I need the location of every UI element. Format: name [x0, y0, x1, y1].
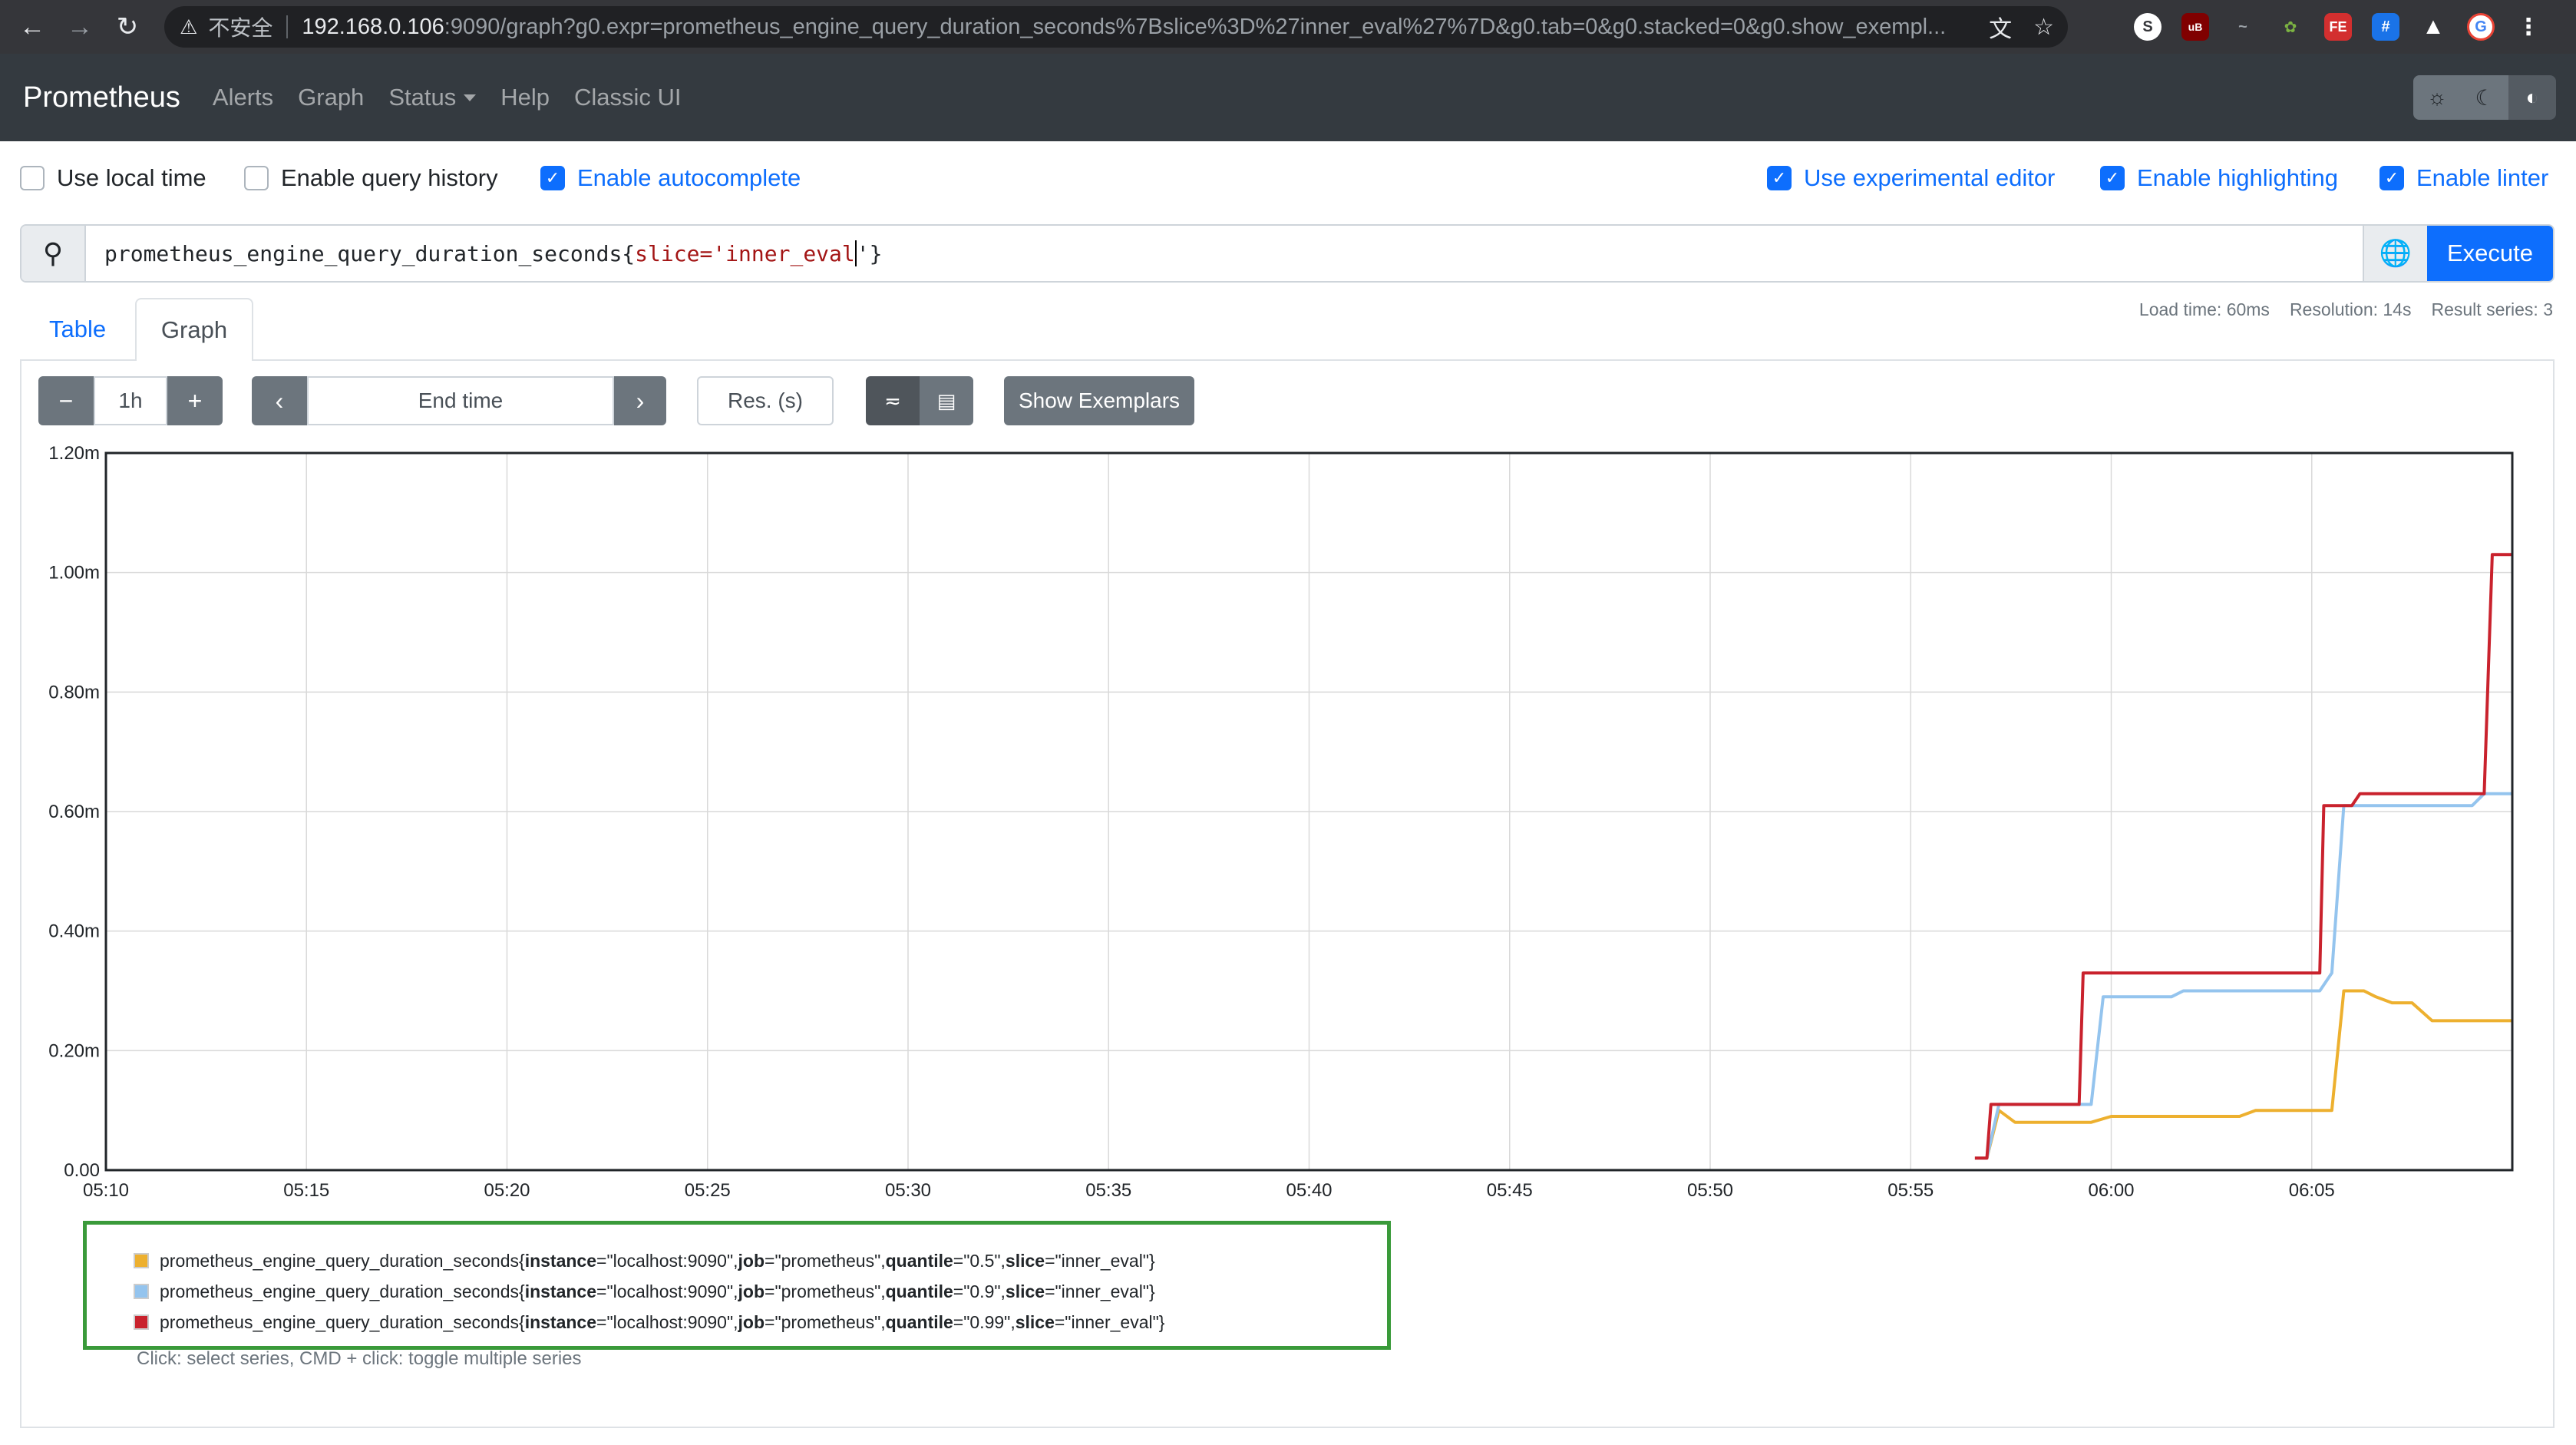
- legend-label-key: job: [738, 1311, 765, 1332]
- legend-label-value: ="0.9",: [953, 1281, 1006, 1301]
- series-line-1[interactable]: [1974, 989, 2512, 1160]
- legend-label-key: instance: [524, 1311, 597, 1332]
- x-tick-label: 05:10: [83, 1180, 129, 1201]
- legend-swatch: [134, 1314, 149, 1330]
- legend-label-key: instance: [524, 1281, 597, 1301]
- legend-label-value: ="prometheus",: [765, 1311, 886, 1332]
- series-line-3[interactable]: [1974, 553, 2512, 1160]
- x-tick-label: 05:40: [1286, 1180, 1332, 1201]
- x-tick-label: 05:25: [685, 1180, 731, 1201]
- legend-label-value: ="localhost:9090",: [596, 1250, 738, 1271]
- legend-label-key: quantile: [885, 1250, 953, 1271]
- y-tick-label: 0.20m: [48, 1040, 100, 1061]
- legend-item[interactable]: prometheus_engine_query_duration_seconds…: [134, 1279, 1155, 1304]
- y-tick-label: 1.00m: [48, 563, 100, 584]
- legend-label-value: ="0.99",: [953, 1311, 1016, 1332]
- legend-label-value: prometheus_engine_query_duration_seconds…: [160, 1250, 525, 1271]
- x-tick-label: 05:35: [1085, 1180, 1131, 1201]
- y-tick-label: 0.80m: [48, 682, 100, 703]
- legend-label-key: slice: [1005, 1281, 1045, 1301]
- y-tick-label: 0.60m: [48, 802, 100, 822]
- y-tick-label: 0.40m: [48, 921, 100, 942]
- legend-label-key: job: [738, 1250, 765, 1271]
- legend-label-value: ="inner_eval"}: [1045, 1281, 1155, 1301]
- legend-item[interactable]: prometheus_engine_query_duration_seconds…: [134, 1248, 1155, 1273]
- legend-label-value: prometheus_engine_query_duration_seconds…: [160, 1311, 525, 1332]
- legend-label-value: ="0.5",: [953, 1250, 1006, 1271]
- x-tick-label: 06:05: [2289, 1180, 2335, 1201]
- x-tick-label: 05:50: [1687, 1180, 1733, 1201]
- y-tick-label: 0.00: [64, 1160, 100, 1181]
- x-tick-label: 06:00: [2088, 1180, 2134, 1201]
- x-tick-label: 05:30: [885, 1180, 931, 1201]
- y-tick-label: 1.20m: [48, 443, 100, 464]
- legend-label-value: ="localhost:9090",: [596, 1281, 738, 1301]
- legend-label-key: quantile: [885, 1311, 953, 1332]
- x-tick-label: 05:55: [1887, 1180, 1934, 1201]
- legend-label-value: prometheus_engine_query_duration_seconds…: [160, 1281, 525, 1301]
- legend-label-value: ="inner_eval"}: [1045, 1250, 1155, 1271]
- legend-label-value: ="localhost:9090",: [596, 1311, 738, 1332]
- legend-label-key: quantile: [885, 1281, 953, 1301]
- legend-label-value: ="prometheus",: [765, 1281, 886, 1301]
- x-tick-label: 05:45: [1487, 1180, 1533, 1201]
- legend-item[interactable]: prometheus_engine_query_duration_seconds…: [134, 1310, 1164, 1334]
- legend-label-key: slice: [1015, 1311, 1055, 1332]
- legend-hint: Click: select series, CMD + click: toggl…: [137, 1348, 582, 1369]
- x-tick-label: 05:20: [484, 1180, 530, 1201]
- legend-label-value: ="prometheus",: [765, 1250, 886, 1271]
- x-tick-label: 05:15: [283, 1180, 329, 1201]
- legend-label-key: instance: [524, 1250, 597, 1271]
- legend-swatch: [134, 1253, 149, 1268]
- legend-label-key: job: [738, 1281, 765, 1301]
- legend-label-value: ="inner_eval"}: [1054, 1311, 1165, 1332]
- legend-swatch: [134, 1284, 149, 1299]
- legend-label-key: slice: [1005, 1250, 1045, 1271]
